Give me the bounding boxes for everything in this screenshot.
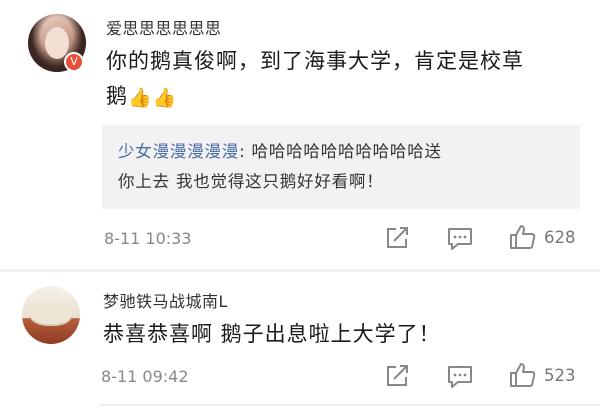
timestamp: 8-11 09:42 bbox=[101, 367, 189, 386]
quoted-reply-line: 你上去 我也觉得这只鹅好好看啊！ bbox=[118, 172, 384, 191]
comment-icon bbox=[448, 228, 472, 250]
thumbs-up-icon bbox=[510, 363, 536, 387]
share-icon bbox=[387, 365, 408, 386]
reply-button[interactable] bbox=[446, 364, 474, 390]
thumbs-up-emoji: 👍👍 bbox=[128, 87, 178, 109]
timestamp: 8-11 10:33 bbox=[104, 229, 192, 248]
comment-text-tail: 鹅 bbox=[106, 84, 128, 108]
comment-item-1: V 爱思思思思思思 你的鹅真俊啊，到了海事大学，肯定是校草 鹅👍👍 少女漫漫漫漫… bbox=[0, 0, 600, 272]
like-count: 628 bbox=[544, 227, 576, 247]
avatar[interactable] bbox=[22, 286, 80, 344]
quoted-separator: : bbox=[239, 142, 252, 161]
comment-text-line: 你的鹅真俊啊，到了海事大学，肯定是校草 bbox=[106, 49, 524, 73]
quoted-text: 哈哈哈哈哈哈哈哈哈哈送 bbox=[251, 142, 442, 161]
share-button[interactable] bbox=[384, 225, 410, 251]
divider bbox=[100, 404, 600, 406]
comment-icon bbox=[448, 366, 472, 388]
comment-text-line: 鹅👍👍 bbox=[106, 79, 586, 116]
thumbs-up-icon bbox=[510, 225, 536, 249]
quoted-username[interactable]: 少女漫漫漫漫漫 bbox=[118, 142, 239, 161]
reply-button[interactable] bbox=[446, 226, 474, 252]
like-count: 523 bbox=[544, 365, 576, 385]
like-button[interactable]: 628 bbox=[508, 223, 576, 251]
quoted-reply[interactable]: 少女漫漫漫漫漫: 哈哈哈哈哈哈哈哈哈哈送 你上去 我也觉得这只鹅好好看啊！ bbox=[102, 125, 580, 209]
comment-text: 你的鹅真俊啊，到了海事大学，肯定是校草 鹅👍👍 bbox=[106, 44, 586, 116]
verified-badge-icon: V bbox=[64, 52, 84, 72]
share-button[interactable] bbox=[384, 363, 410, 389]
quoted-reply-text: 少女漫漫漫漫漫: 哈哈哈哈哈哈哈哈哈哈送 你上去 我也觉得这只鹅好好看啊！ bbox=[118, 137, 568, 197]
username[interactable]: 梦驰铁马战城南L bbox=[103, 288, 228, 312]
avatar-dog bbox=[30, 302, 72, 324]
username[interactable]: 爱思思思思思思 bbox=[106, 15, 222, 39]
share-icon bbox=[387, 227, 408, 248]
quoted-reply-line: 少女漫漫漫漫漫: 哈哈哈哈哈哈哈哈哈哈送 bbox=[118, 137, 568, 167]
comment-item-2: 梦驰铁马战城南L 恭喜恭喜啊 鹅子出息啦上大学了！ 8-11 09:42 523 bbox=[0, 272, 600, 408]
like-button[interactable]: 523 bbox=[508, 361, 576, 389]
comment-text: 恭喜恭喜啊 鹅子出息啦上大学了！ bbox=[103, 322, 441, 346]
avatar-face bbox=[45, 27, 69, 59]
